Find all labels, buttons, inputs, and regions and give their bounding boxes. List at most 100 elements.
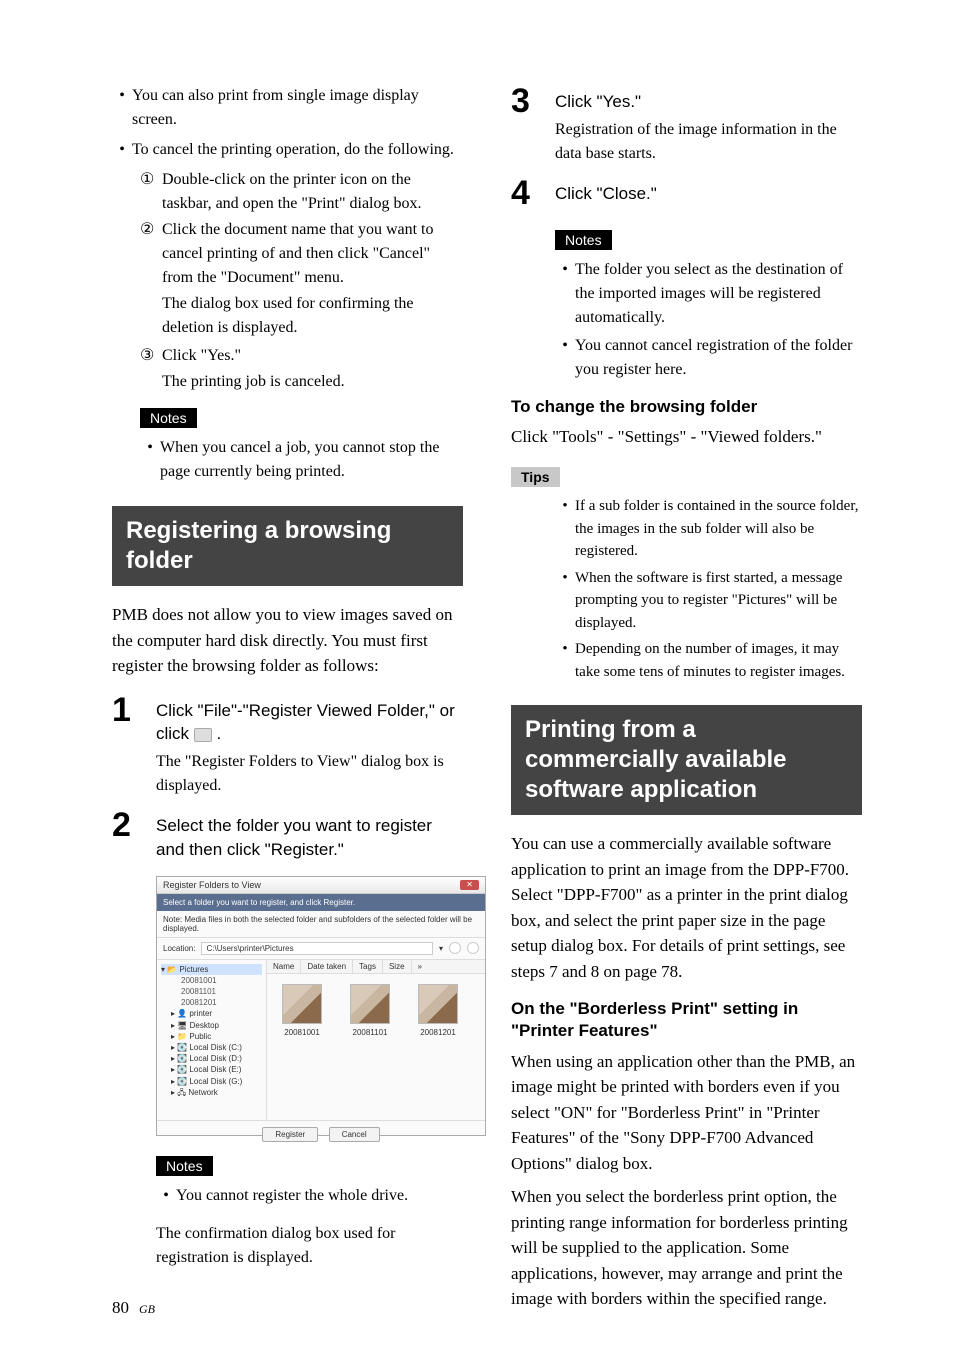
body-text: You cannot register the whole drive. bbox=[176, 1184, 408, 1208]
body-text: The printing job is canceled. bbox=[162, 370, 463, 394]
col-header: Tags bbox=[353, 960, 383, 973]
close-icon: ✕ bbox=[460, 880, 479, 890]
col-spacer: » bbox=[412, 960, 485, 973]
cancel-button: Cancel bbox=[329, 1127, 380, 1142]
substep: ① Double-click on the printer icon on th… bbox=[140, 168, 463, 216]
notes-badge: Notes bbox=[140, 408, 197, 428]
body-text: Depending on the number of images, it ma… bbox=[575, 638, 862, 683]
body-text: PMB does not allow you to view images sa… bbox=[112, 602, 463, 679]
notes-badge: Notes bbox=[555, 230, 612, 250]
folder-icon bbox=[194, 728, 212, 742]
step-number: 2 bbox=[112, 808, 156, 842]
circled-number-icon: ② bbox=[140, 218, 162, 290]
step-number: 4 bbox=[511, 176, 555, 210]
tree-item-label: Local Disk (E:) bbox=[189, 1065, 241, 1074]
column-headers: Name Date taken Tags Size » bbox=[267, 960, 485, 974]
substep: ② Click the document name that you want … bbox=[140, 218, 463, 290]
body-text: Click "Yes." bbox=[162, 344, 463, 368]
bullet-icon: • bbox=[112, 84, 132, 132]
body-text: The dialog box used for confirming the d… bbox=[162, 292, 463, 340]
step-title: Click "Yes." bbox=[555, 90, 862, 114]
page-region: GB bbox=[139, 1302, 155, 1316]
list-item: • When you cancel a job, you cannot stop… bbox=[140, 436, 463, 484]
tree-item-label: 20081101 bbox=[161, 986, 262, 997]
dialog-note: Note: Media files in both the selected f… bbox=[157, 911, 485, 938]
step-2: 2 Select the folder you want to register… bbox=[112, 808, 463, 866]
body-text: The folder you select as the destination… bbox=[575, 258, 862, 330]
page-footer: 80 GB bbox=[112, 1298, 155, 1318]
step-number: 3 bbox=[511, 84, 555, 118]
step-3: 3 Click "Yes." Registration of the image… bbox=[511, 84, 862, 166]
thumbnail: 20081001 bbox=[277, 984, 327, 1037]
body-text: You can also print from single image dis… bbox=[132, 84, 463, 132]
body-text: When the software is first started, a me… bbox=[575, 567, 862, 635]
col-header: Name bbox=[267, 960, 301, 973]
subheading-change-folder: To change the browsing folder bbox=[511, 396, 862, 418]
bullet-icon: • bbox=[156, 1184, 176, 1208]
step-1: 1 Click "File"-"Register Viewed Folder,"… bbox=[112, 693, 463, 799]
bullet-icon: • bbox=[112, 138, 132, 162]
body-text: When using an application other than the… bbox=[511, 1049, 862, 1177]
list-item: • Depending on the number of images, it … bbox=[555, 638, 862, 683]
register-button: Register bbox=[262, 1127, 318, 1142]
location-row: Location: C:\Users\printer\Pictures ▾ bbox=[157, 938, 485, 960]
tree-item-label: Local Disk (G:) bbox=[189, 1077, 242, 1086]
nav-back-icon bbox=[449, 942, 461, 954]
list-item: • If a sub folder is contained in the so… bbox=[555, 495, 862, 563]
bullet-icon: • bbox=[555, 258, 575, 330]
step-4: 4 Click "Close." bbox=[511, 176, 862, 210]
step-number: 1 bbox=[112, 693, 156, 727]
tree-item-label: 20081201 bbox=[161, 997, 262, 1008]
tree-item-label: Local Disk (D:) bbox=[189, 1054, 241, 1063]
nav-fwd-icon bbox=[467, 942, 479, 954]
circled-number-icon: ③ bbox=[140, 344, 162, 368]
thumbnail-label: 20081001 bbox=[284, 1028, 320, 1037]
bullet-icon: • bbox=[555, 334, 575, 382]
body-text: The "Register Folders to View" dialog bo… bbox=[156, 750, 463, 798]
folder-tree: ▾ 📂 Pictures 20081001 20081101 20081201 … bbox=[157, 960, 267, 1120]
tree-item-label: Pictures bbox=[179, 965, 208, 974]
dropdown-icon: ▾ bbox=[439, 944, 443, 953]
body-text: When you select the borderless print opt… bbox=[511, 1184, 862, 1312]
dialog-title: Register Folders to View bbox=[163, 880, 261, 890]
page-number: 80 bbox=[112, 1298, 129, 1317]
list-item: • You cannot cancel registration of the … bbox=[555, 334, 862, 382]
thumbnail-image bbox=[418, 984, 458, 1024]
step-title: Select the folder you want to register a… bbox=[156, 814, 463, 862]
thumbnail-image bbox=[350, 984, 390, 1024]
body-text: You can use a commercially available sof… bbox=[511, 831, 862, 984]
step-title-text: . bbox=[212, 724, 221, 743]
circled-number-icon: ① bbox=[140, 168, 162, 216]
thumbnail: 20081201 bbox=[413, 984, 463, 1037]
step-title: Click "Close." bbox=[555, 182, 862, 206]
bullet-icon: • bbox=[555, 495, 575, 563]
section-heading-registering: Registering a browsing folder bbox=[112, 506, 463, 586]
step-title: Click "File"-"Register Viewed Folder," o… bbox=[156, 699, 463, 747]
tips-badge: Tips bbox=[511, 467, 560, 487]
thumbnail-image bbox=[282, 984, 322, 1024]
dialog-titlebar: Register Folders to View ✕ bbox=[157, 877, 485, 894]
notes-badge: Notes bbox=[156, 1156, 213, 1176]
list-item: • To cancel the printing operation, do t… bbox=[112, 138, 463, 162]
col-header: Size bbox=[383, 960, 412, 973]
thumbnail-label: 20081201 bbox=[420, 1028, 456, 1037]
thumbnail-label: 20081101 bbox=[353, 1028, 388, 1037]
thumbnail: 20081101 bbox=[345, 984, 395, 1037]
body-text: Click the document name that you want to… bbox=[162, 218, 463, 290]
body-text: To cancel the printing operation, do the… bbox=[132, 138, 454, 162]
tree-item-label: printer bbox=[189, 1009, 212, 1018]
location-label: Location: bbox=[163, 944, 195, 953]
body-text: If a sub folder is contained in the sour… bbox=[575, 495, 862, 563]
list-item: • When the software is first started, a … bbox=[555, 567, 862, 635]
body-text: Click "Tools" - "Settings" - "Viewed fol… bbox=[511, 424, 862, 450]
list-item: • You can also print from single image d… bbox=[112, 84, 463, 132]
tree-item-label: Public bbox=[189, 1032, 211, 1041]
body-text: When you cancel a job, you cannot stop t… bbox=[160, 436, 463, 484]
col-header: Date taken bbox=[301, 960, 353, 973]
substep: ③ Click "Yes." bbox=[140, 344, 463, 368]
dialog-subtitle: Select a folder you want to register, an… bbox=[157, 894, 485, 911]
bullet-icon: • bbox=[140, 436, 160, 484]
tree-item-label: Desktop bbox=[190, 1021, 219, 1030]
body-text: The confirmation dialog box used for reg… bbox=[156, 1222, 463, 1270]
bullet-icon: • bbox=[555, 567, 575, 635]
